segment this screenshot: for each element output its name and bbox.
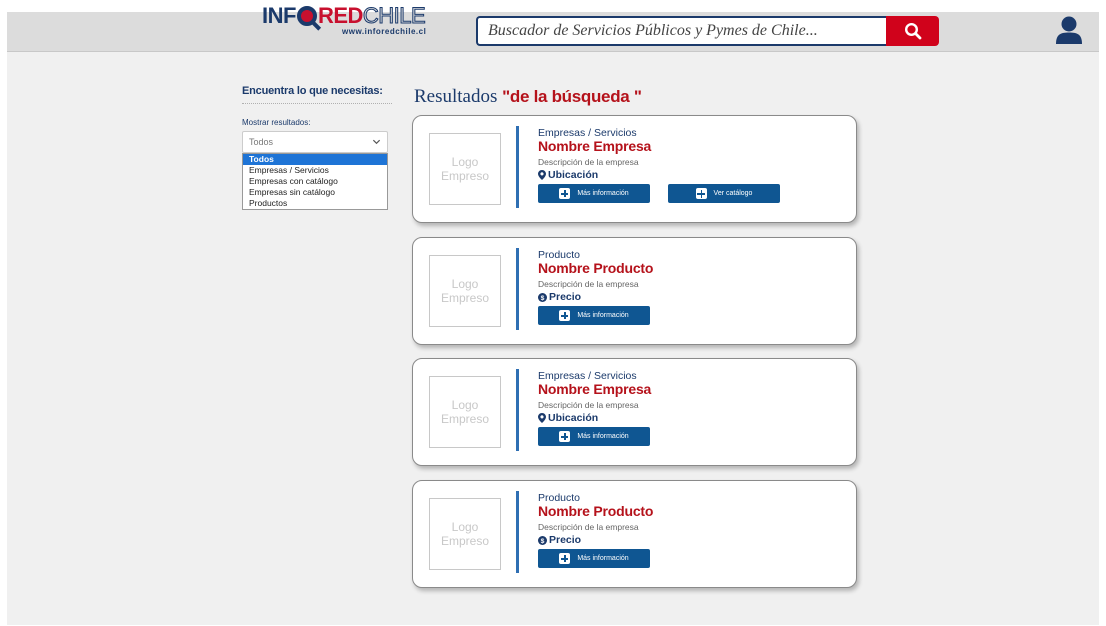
search-input[interactable]: [476, 16, 886, 46]
card-name[interactable]: Nombre Empresa: [538, 382, 651, 397]
card-price: $ Precio: [538, 291, 653, 303]
site-logo[interactable]: INF REDCHILE www.inforedchile.cl: [262, 3, 432, 36]
card-info: Producto Nombre Producto Descripción de …: [538, 249, 653, 325]
logo-url: www.inforedchile.cl: [342, 27, 427, 36]
card-price: $ Precio: [538, 534, 653, 546]
card-name[interactable]: Nombre Producto: [538, 504, 653, 519]
card-accent-bar: [516, 248, 519, 330]
card-name[interactable]: Nombre Producto: [538, 261, 653, 276]
card-description: Descripción de la empresa: [538, 157, 639, 167]
chevron-down-icon: [372, 139, 381, 145]
card-accent-bar: [516, 369, 519, 451]
result-card: Logo Empreso Empresas / Servicios Nombre …: [412, 115, 857, 223]
logo-placeholder: Logo Empreso: [429, 498, 501, 570]
more-info-button[interactable]: Más información: [538, 184, 650, 203]
option-empresas-servicios[interactable]: Empresas / Servicios: [243, 165, 387, 176]
plus-square-icon: [559, 431, 571, 442]
card-location: Ubicación: [538, 412, 651, 424]
sidebar-title: Encuentra lo que necesitas:: [242, 85, 392, 104]
option-todos[interactable]: Todos: [243, 154, 387, 165]
search-button[interactable]: [886, 16, 939, 46]
location-pin-icon: [538, 413, 546, 423]
results-type-select[interactable]: Todos: [242, 131, 388, 153]
card-accent-bar: [516, 491, 519, 573]
results-title: Resultados "de la búsqueda ": [414, 86, 642, 107]
more-info-button[interactable]: Más información: [538, 427, 650, 446]
search-query: "de la búsqueda ": [502, 87, 642, 106]
logo-placeholder: Logo Empreso: [429, 133, 501, 205]
logo-placeholder: Logo Empreso: [429, 376, 501, 448]
view-catalog-button[interactable]: Ver catálogo: [668, 184, 780, 203]
more-info-button[interactable]: Más información: [538, 306, 650, 325]
plus-square-icon: [559, 310, 571, 321]
results-type-options: Todos Empresas / Servicios Empresas con …: [242, 153, 388, 210]
option-productos[interactable]: Productos: [243, 198, 387, 209]
card-info: Empresas / Servicios Nombre Empresa Desc…: [538, 127, 780, 203]
card-description: Descripción de la empresa: [538, 522, 639, 532]
card-location: Ubicación: [538, 169, 780, 181]
price-icon: $: [538, 292, 547, 302]
svg-text:$: $: [541, 295, 545, 302]
card-info: Producto Nombre Producto Descripción de …: [538, 492, 653, 568]
filter-label: Mostrar resultados:: [242, 118, 311, 127]
card-accent-bar: [516, 126, 519, 208]
filter-sidebar: Encuentra lo que necesitas: Mostrar resu…: [242, 85, 392, 210]
option-empresas-con-catalogo[interactable]: Empresas con catálogo: [243, 176, 387, 187]
logo-wordmark: INF REDCHILE: [262, 3, 426, 28]
option-empresas-sin-catalogo[interactable]: Empresas sin catálogo: [243, 187, 387, 198]
result-card: Logo Empreso Producto Nombre Producto Des…: [412, 237, 857, 345]
result-card: Logo Empreso Producto Nombre Producto Des…: [412, 480, 857, 588]
svg-text:$: $: [541, 538, 545, 545]
more-info-button[interactable]: Más información: [538, 549, 650, 568]
card-description: Descripción de la empresa: [538, 279, 639, 289]
user-icon: [1056, 16, 1082, 44]
user-account-button[interactable]: [1055, 15, 1083, 45]
card-name[interactable]: Nombre Empresa: [538, 139, 780, 154]
card-info: Empresas / Servicios Nombre Empresa Desc…: [538, 370, 651, 446]
plus-square-icon: [559, 553, 571, 564]
plus-square-icon: [559, 188, 571, 199]
catalog-grid-icon: [695, 188, 707, 199]
location-pin-icon: [538, 170, 546, 180]
price-icon: $: [538, 535, 547, 545]
card-description: Descripción de la empresa: [538, 400, 639, 410]
result-card: Logo Empreso Empresas / Servicios Nombre …: [412, 358, 857, 466]
logo-placeholder: Logo Empreso: [429, 255, 501, 327]
magnifier-o-icon: [296, 6, 317, 26]
select-value: Todos: [249, 137, 274, 147]
search-icon: [904, 22, 921, 40]
